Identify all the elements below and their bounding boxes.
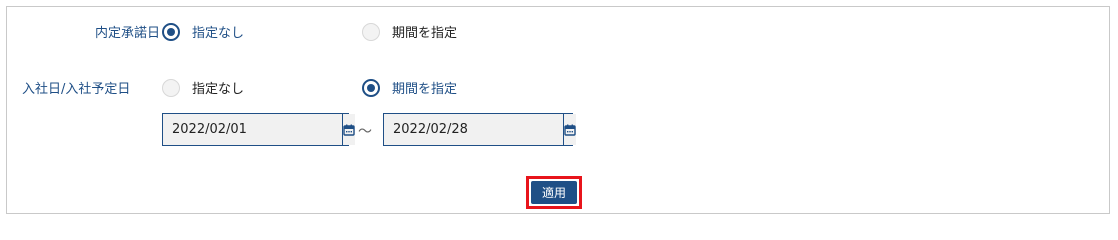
range-separator: 〜 xyxy=(358,124,372,140)
calendar-icon[interactable] xyxy=(342,114,355,145)
acceptance-date-none-label: 指定なし xyxy=(192,26,245,41)
acceptance-date-range-radio[interactable] xyxy=(362,22,380,41)
join-date-none-option[interactable]: 指定なし xyxy=(162,78,244,97)
acceptance-date-range-label: 期間を指定 xyxy=(392,26,458,41)
join-date-range-label: 期間を指定 xyxy=(392,82,458,97)
join-date-range-option[interactable]: 期間を指定 xyxy=(362,78,457,97)
join-date-label: 入社日/入社予定日 xyxy=(22,82,131,97)
acceptance-date-none-option[interactable]: 指定なし xyxy=(162,22,244,41)
join-date-from-input[interactable] xyxy=(163,114,342,145)
apply-button-highlight: 適用 xyxy=(526,176,582,209)
acceptance-date-none-radio[interactable] xyxy=(162,22,180,41)
acceptance-date-range-option[interactable]: 期間を指定 xyxy=(362,22,457,41)
join-date-from-field[interactable] xyxy=(162,113,355,146)
calendar-icon[interactable] xyxy=(563,114,576,145)
join-date-to-field[interactable] xyxy=(383,113,576,146)
join-date-none-label: 指定なし xyxy=(192,82,245,97)
acceptance-date-label: 内定承諾日 xyxy=(95,26,161,41)
join-date-to-input[interactable] xyxy=(384,114,563,145)
join-date-none-radio[interactable] xyxy=(162,78,180,97)
join-date-range-radio[interactable] xyxy=(362,78,380,97)
apply-button[interactable]: 適用 xyxy=(531,181,577,204)
